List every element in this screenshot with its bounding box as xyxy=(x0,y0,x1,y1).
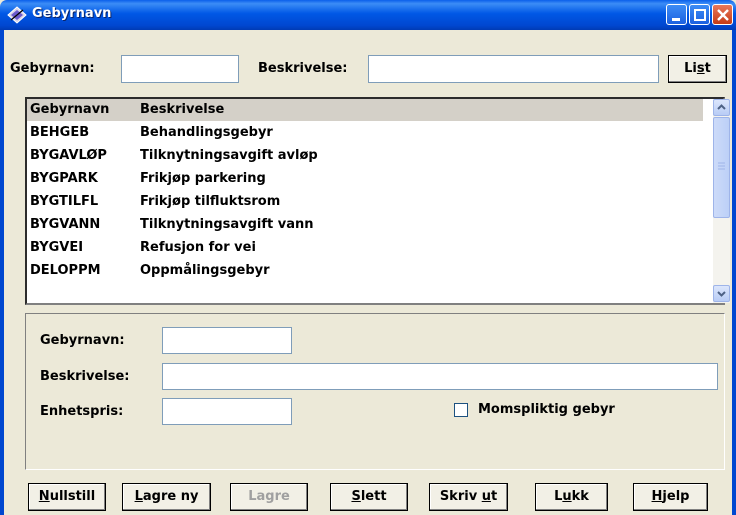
cell-gebyrnavn: BYGVANN xyxy=(30,217,101,232)
slett-button[interactable]: Slett xyxy=(330,483,408,511)
lukk-label-end: kk xyxy=(571,489,589,504)
fee-list[interactable]: Gebyrnavn Beskrivelse BEHGEB Behandlings… xyxy=(25,97,730,305)
maximize-icon xyxy=(694,9,706,21)
lukk-accel: u xyxy=(562,489,572,504)
nullstill-button[interactable]: Nullstill xyxy=(28,483,106,511)
list-row[interactable]: BYGVANN Tilknytningsavgift vann xyxy=(27,214,703,237)
momspliktig-label: Momspliktig gebyr xyxy=(478,402,615,417)
list-row[interactable]: BYGVEI Refusjon for vei xyxy=(27,237,703,260)
cell-gebyrnavn: BYGPARK xyxy=(30,171,98,186)
cell-beskrivelse: Refusjon for vei xyxy=(140,240,256,255)
lagre-ny-button[interactable]: Lagre ny xyxy=(122,483,211,511)
chevron-up-icon xyxy=(717,104,726,110)
list-button-label: Li xyxy=(684,61,697,76)
detail-enhetspris-input[interactable] xyxy=(162,398,292,425)
hjelp-label: jelp xyxy=(662,489,690,504)
cell-beskrivelse: Tilknytningsavgift avløp xyxy=(140,148,318,163)
list-row[interactable]: BYGPARK Frikjøp parkering xyxy=(27,168,703,191)
window-frame-right xyxy=(732,30,736,515)
search-beskrivelse-label: Beskrivelse: xyxy=(258,61,348,76)
nullstill-accel: N xyxy=(38,489,50,504)
lagre-ny-label: agre ny xyxy=(142,489,199,504)
detail-panel xyxy=(25,313,725,470)
cell-gebyrnavn: BYGAVLØP xyxy=(30,148,107,163)
list-row[interactable]: BYGTILFL Frikjøp tilfluktsrom xyxy=(27,191,703,214)
scroll-up-button[interactable] xyxy=(713,99,730,116)
list-header: Gebyrnavn Beskrivelse xyxy=(27,99,703,121)
list-button-label-end: t xyxy=(704,61,711,76)
close-icon xyxy=(717,9,729,21)
detail-enhetspris-label: Enhetspris: xyxy=(40,404,124,419)
lagre-label: Lagre xyxy=(248,489,290,504)
search-beskrivelse-input[interactable] xyxy=(368,55,659,83)
hjelp-button[interactable]: Hjelp xyxy=(633,483,708,511)
slett-accel: S xyxy=(351,489,361,504)
detail-gebyrnavn-input[interactable] xyxy=(162,327,292,354)
detail-gebyrnavn-label: Gebyrnavn: xyxy=(40,333,125,348)
skriv-ut-label: Skriv xyxy=(439,489,482,504)
list-scrollbar[interactable] xyxy=(713,99,730,303)
list-row[interactable]: BYGAVLØP Tilknytningsavgift avløp xyxy=(27,145,703,168)
hjelp-accel: H xyxy=(651,489,663,504)
momspliktig-checkbox[interactable] xyxy=(454,403,468,417)
cell-gebyrnavn: BYGTILFL xyxy=(30,194,99,209)
skriv-ut-button[interactable]: Skriv ut xyxy=(429,483,508,511)
title-bar[interactable]: Gebyrnavn xyxy=(0,0,736,30)
list-row[interactable]: BEHGEB Behandlingsgebyr xyxy=(27,122,703,145)
window-frame-left xyxy=(0,30,4,515)
detail-beskrivelse-label: Beskrivelse: xyxy=(40,369,130,384)
cell-beskrivelse: Tilknytningsavgift vann xyxy=(140,217,314,232)
lagre-ny-accel: L xyxy=(134,489,143,504)
lukk-button[interactable]: Lukk xyxy=(535,483,608,511)
nullstill-label: ullstill xyxy=(49,489,96,504)
cell-beskrivelse: Frikjøp parkering xyxy=(140,171,266,186)
lagre-button[interactable]: Lagre xyxy=(230,483,308,511)
grip-icon xyxy=(718,162,725,170)
list-button-accel: s xyxy=(696,61,705,76)
maximize-button[interactable] xyxy=(689,4,710,25)
search-gebyrnavn-input[interactable] xyxy=(121,55,239,83)
cell-beskrivelse: Frikjøp tilfluktsrom xyxy=(140,194,281,209)
minimize-button[interactable] xyxy=(666,4,687,25)
scroll-thumb[interactable] xyxy=(713,117,730,218)
list-button[interactable]: List xyxy=(668,55,727,83)
column-header-gebyrnavn[interactable]: Gebyrnavn xyxy=(30,102,109,117)
scroll-down-button[interactable] xyxy=(713,285,730,302)
skriv-ut-label-end: t xyxy=(490,489,498,504)
slett-label: lett xyxy=(360,489,387,504)
cell-gebyrnavn: BEHGEB xyxy=(30,125,90,140)
cell-gebyrnavn: BYGVEI xyxy=(30,240,84,255)
list-row[interactable]: DELOPPM Oppmålingsgebyr xyxy=(27,260,703,283)
minimize-icon xyxy=(672,18,680,21)
app-diamond-icon xyxy=(7,6,27,24)
search-gebyrnavn-label: Gebyrnavn: xyxy=(10,61,95,76)
window-title: Gebyrnavn xyxy=(32,6,112,21)
cell-gebyrnavn: DELOPPM xyxy=(30,263,101,278)
skriv-ut-accel: u xyxy=(481,489,491,504)
chevron-down-icon xyxy=(717,291,726,297)
close-button[interactable] xyxy=(712,4,733,25)
detail-beskrivelse-input[interactable] xyxy=(162,363,718,390)
column-header-beskrivelse[interactable]: Beskrivelse xyxy=(140,102,224,117)
cell-beskrivelse: Behandlingsgebyr xyxy=(140,125,273,140)
cell-beskrivelse: Oppmålingsgebyr xyxy=(140,263,270,278)
